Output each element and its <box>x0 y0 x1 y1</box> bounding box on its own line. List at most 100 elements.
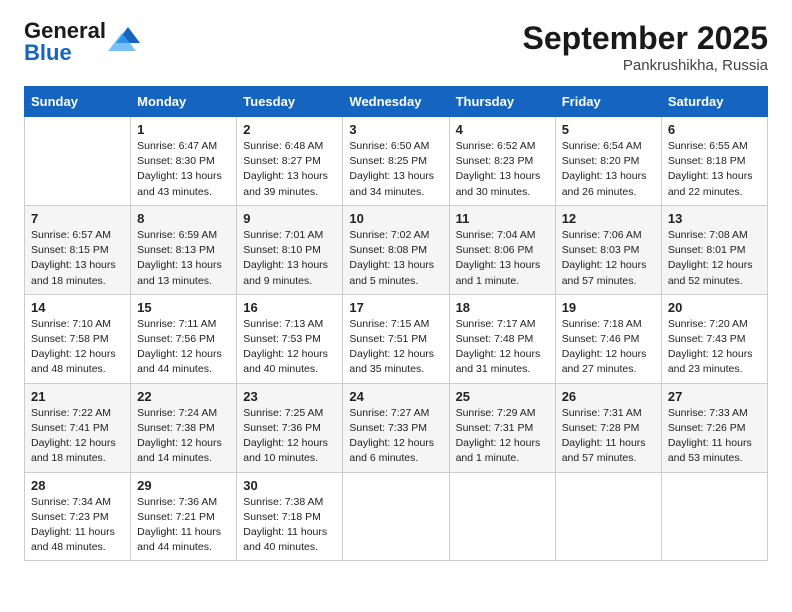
cell-info: Sunrise: 7:02 AMSunset: 8:08 PMDaylight:… <box>349 228 442 289</box>
day-number: 26 <box>562 389 655 404</box>
title-block: September 2025 Pankrushikha, Russia <box>523 20 768 74</box>
cell-info: Sunrise: 7:29 AMSunset: 7:31 PMDaylight:… <box>456 406 549 467</box>
cell-info: Sunrise: 7:04 AMSunset: 8:06 PMDaylight:… <box>456 228 549 289</box>
calendar-cell: 6 Sunrise: 6:55 AMSunset: 8:18 PMDaylight… <box>661 117 767 206</box>
day-number: 7 <box>31 211 124 226</box>
cell-info: Sunrise: 7:01 AMSunset: 8:10 PMDaylight:… <box>243 228 336 289</box>
calendar-cell: 13Sunrise: 7:08 AMSunset: 8:01 PMDayligh… <box>661 205 767 294</box>
calendar-cell: 16 Sunrise: 7:13 AMSunset: 7:53 PMDayligh… <box>237 294 343 383</box>
calendar-cell: 14 Sunrise: 7:10 AMSunset: 7:58 PMDayligh… <box>25 294 131 383</box>
calendar-cell: 30Sunrise: 7:38 AMSunset: 7:18 PMDayligh… <box>237 472 343 561</box>
day-number: 6 <box>668 122 761 137</box>
calendar-cell: 15 Sunrise: 7:11 AMSunset: 7:56 PMDayligh… <box>131 294 237 383</box>
day-number: 11 <box>456 211 549 226</box>
calendar-cell <box>661 472 767 561</box>
cell-info: Sunrise: 7:22 AMSunset: 7:41 PMDaylight:… <box>31 406 124 467</box>
cell-info: Sunrise: 7:36 AMSunset: 7:21 PMDaylight:… <box>137 495 230 556</box>
calendar-cell: 7 Sunrise: 6:57 AMSunset: 8:15 PMDaylight… <box>25 205 131 294</box>
day-number: 2 <box>243 122 336 137</box>
day-number: 20 <box>668 300 761 315</box>
calendar-cell: 5 Sunrise: 6:54 AMSunset: 8:20 PMDaylight… <box>555 117 661 206</box>
cell-info: Sunrise: 7:38 AMSunset: 7:18 PMDaylight:… <box>243 495 336 556</box>
calendar-cell: 22 Sunrise: 7:24 AMSunset: 7:38 PMDayligh… <box>131 383 237 472</box>
calendar-cell <box>449 472 555 561</box>
calendar-cell: 2 Sunrise: 6:48 AMSunset: 8:27 PMDaylight… <box>237 117 343 206</box>
calendar-cell: 1 Sunrise: 6:47 AMSunset: 8:30 PMDaylight… <box>131 117 237 206</box>
cell-info: Sunrise: 7:17 AMSunset: 7:48 PMDaylight:… <box>456 317 549 378</box>
cell-info: Sunrise: 7:20 AMSunset: 7:43 PMDaylight:… <box>668 317 761 378</box>
calendar-cell: 3 Sunrise: 6:50 AMSunset: 8:25 PMDaylight… <box>343 117 449 206</box>
cell-info: Sunrise: 7:18 AMSunset: 7:46 PMDaylight:… <box>562 317 655 378</box>
cell-info: Sunrise: 6:50 AMSunset: 8:25 PMDaylight:… <box>349 139 442 200</box>
calendar-table: SundayMondayTuesdayWednesdayThursdayFrid… <box>24 86 768 561</box>
cell-info: Sunrise: 6:52 AMSunset: 8:23 PMDaylight:… <box>456 139 549 200</box>
cell-info: Sunrise: 7:06 AMSunset: 8:03 PMDaylight:… <box>562 228 655 289</box>
cell-info: Sunrise: 7:15 AMSunset: 7:51 PMDaylight:… <box>349 317 442 378</box>
calendar-cell: 8 Sunrise: 6:59 AMSunset: 8:13 PMDaylight… <box>131 205 237 294</box>
calendar-cell: 9 Sunrise: 7:01 AMSunset: 8:10 PMDaylight… <box>237 205 343 294</box>
day-number: 27 <box>668 389 761 404</box>
calendar-cell: 18 Sunrise: 7:17 AMSunset: 7:48 PMDayligh… <box>449 294 555 383</box>
day-number: 21 <box>31 389 124 404</box>
calendar-header-row: SundayMondayTuesdayWednesdayThursdayFrid… <box>25 87 768 117</box>
cell-info: Sunrise: 6:55 AMSunset: 8:18 PMDaylight:… <box>668 139 761 200</box>
calendar-cell: 21 Sunrise: 7:22 AMSunset: 7:41 PMDayligh… <box>25 383 131 472</box>
day-header-tuesday: Tuesday <box>237 87 343 117</box>
day-number: 18 <box>456 300 549 315</box>
day-number: 29 <box>137 478 230 493</box>
calendar-cell: 26Sunrise: 7:31 AMSunset: 7:28 PMDayligh… <box>555 383 661 472</box>
calendar-cell: 11 Sunrise: 7:04 AMSunset: 8:06 PMDayligh… <box>449 205 555 294</box>
day-number: 23 <box>243 389 336 404</box>
calendar-week-5: 28 Sunrise: 7:34 AMSunset: 7:23 PMDayligh… <box>25 472 768 561</box>
cell-info: Sunrise: 7:11 AMSunset: 7:56 PMDaylight:… <box>137 317 230 378</box>
cell-info: Sunrise: 6:48 AMSunset: 8:27 PMDaylight:… <box>243 139 336 200</box>
cell-info: Sunrise: 7:27 AMSunset: 7:33 PMDaylight:… <box>349 406 442 467</box>
logo-blue: Blue <box>24 40 72 65</box>
day-number: 9 <box>243 211 336 226</box>
day-number: 12 <box>562 211 655 226</box>
day-header-sunday: Sunday <box>25 87 131 117</box>
calendar-cell: 20 Sunrise: 7:20 AMSunset: 7:43 PMDayligh… <box>661 294 767 383</box>
day-number: 8 <box>137 211 230 226</box>
cell-info: Sunrise: 6:54 AMSunset: 8:20 PMDaylight:… <box>562 139 655 200</box>
calendar-cell: 10 Sunrise: 7:02 AMSunset: 8:08 PMDayligh… <box>343 205 449 294</box>
cell-info: Sunrise: 7:08 AMSunset: 8:01 PMDaylight:… <box>668 228 761 289</box>
calendar-cell: 24 Sunrise: 7:27 AMSunset: 7:33 PMDayligh… <box>343 383 449 472</box>
calendar-cell <box>25 117 131 206</box>
cell-info: Sunrise: 7:24 AMSunset: 7:38 PMDaylight:… <box>137 406 230 467</box>
day-number: 22 <box>137 389 230 404</box>
cell-info: Sunrise: 6:57 AMSunset: 8:15 PMDaylight:… <box>31 228 124 289</box>
calendar-cell: 23Sunrise: 7:25 AMSunset: 7:36 PMDayligh… <box>237 383 343 472</box>
cell-info: Sunrise: 7:34 AMSunset: 7:23 PMDaylight:… <box>31 495 124 556</box>
day-header-saturday: Saturday <box>661 87 767 117</box>
day-number: 14 <box>31 300 124 315</box>
month-title: September 2025 <box>523 20 768 57</box>
day-number: 24 <box>349 389 442 404</box>
calendar-cell: 19 Sunrise: 7:18 AMSunset: 7:46 PMDayligh… <box>555 294 661 383</box>
calendar-cell: 12 Sunrise: 7:06 AMSunset: 8:03 PMDayligh… <box>555 205 661 294</box>
calendar-cell: 17 Sunrise: 7:15 AMSunset: 7:51 PMDayligh… <box>343 294 449 383</box>
calendar-cell: 4Sunrise: 6:52 AMSunset: 8:23 PMDaylight… <box>449 117 555 206</box>
day-number: 3 <box>349 122 442 137</box>
cell-info: Sunrise: 7:10 AMSunset: 7:58 PMDaylight:… <box>31 317 124 378</box>
day-header-friday: Friday <box>555 87 661 117</box>
calendar-cell <box>555 472 661 561</box>
cell-info: Sunrise: 7:33 AMSunset: 7:26 PMDaylight:… <box>668 406 761 467</box>
cell-info: Sunrise: 7:13 AMSunset: 7:53 PMDaylight:… <box>243 317 336 378</box>
day-number: 5 <box>562 122 655 137</box>
day-header-wednesday: Wednesday <box>343 87 449 117</box>
cell-info: Sunrise: 6:59 AMSunset: 8:13 PMDaylight:… <box>137 228 230 289</box>
day-number: 15 <box>137 300 230 315</box>
cell-info: Sunrise: 6:47 AMSunset: 8:30 PMDaylight:… <box>137 139 230 200</box>
calendar-cell: 28 Sunrise: 7:34 AMSunset: 7:23 PMDayligh… <box>25 472 131 561</box>
day-header-thursday: Thursday <box>449 87 555 117</box>
calendar-cell: 29 Sunrise: 7:36 AMSunset: 7:21 PMDayligh… <box>131 472 237 561</box>
day-number: 10 <box>349 211 442 226</box>
day-number: 17 <box>349 300 442 315</box>
day-header-monday: Monday <box>131 87 237 117</box>
calendar-week-3: 14 Sunrise: 7:10 AMSunset: 7:58 PMDayligh… <box>25 294 768 383</box>
day-number: 1 <box>137 122 230 137</box>
day-number: 28 <box>31 478 124 493</box>
day-number: 16 <box>243 300 336 315</box>
day-number: 19 <box>562 300 655 315</box>
